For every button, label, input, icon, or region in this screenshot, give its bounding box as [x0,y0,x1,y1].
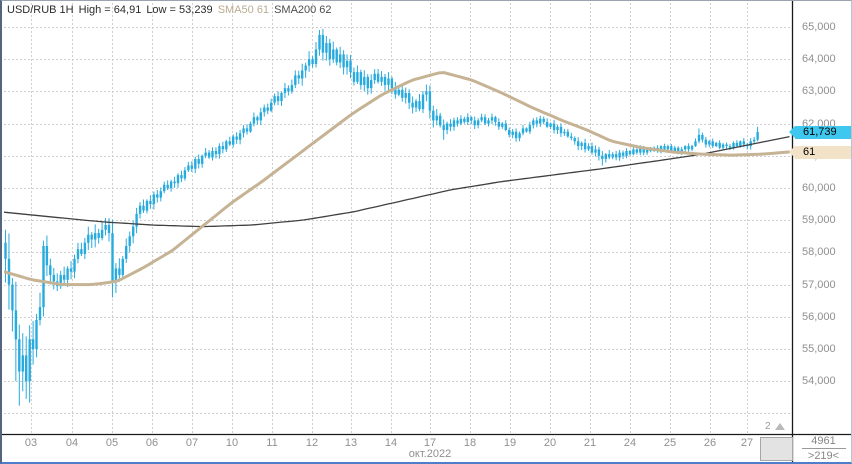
divider [802,448,846,449]
chart-legend: USD/RUB 1H High = 64,91 Low = 53,239 SMA50 … [7,4,337,16]
date-label: 24 [615,437,645,449]
info-corner: 4961 >219< [793,435,852,462]
date-label: 06 [137,437,167,449]
remaining-bars-marker: 2 [765,420,785,432]
candlestick-chart[interactable] [2,1,852,464]
last-price-tag: 61,739 [795,126,852,139]
price-axis-label: 57,000 [802,279,836,291]
date-label: 07 [177,437,207,449]
sma-price-tag: 61 [795,146,852,159]
price-axis-label: 56,000 [802,311,836,323]
date-label: 10 [217,437,247,449]
scrollbar-thumb[interactable] [760,437,793,461]
date-label: 17 [415,437,445,449]
date-label: 25 [655,437,685,449]
last-price-value: 61,739 [803,126,837,138]
tag-arrow-icon [789,146,795,158]
date-label: 12 [297,437,327,449]
price-axis-label: 60,000 [802,182,836,194]
date-label: 20 [535,437,565,449]
price-axis-label: 55,000 [802,343,836,355]
sma200-legend: SMA200 62 [274,4,331,16]
price-axis-label: 58,000 [802,246,836,258]
remaining-bars-count: 2 [765,421,771,432]
high-label: High = 64,91 [79,4,142,16]
gridlines [4,3,791,434]
symbol-timeframe-label: USD/RUB 1H [7,4,74,16]
sma50-legend: SMA50 61 [218,4,269,16]
info-bottom-value: >219< [808,450,839,462]
price-axis-label: 65,000 [802,21,836,33]
price-axis-label: 64,000 [802,53,836,65]
chart-window: USD/RUB 1H High = 64,91 Low = 53,239 SMA50 … [0,0,852,464]
date-label: 18 [455,437,485,449]
info-top-value: 4961 [811,435,835,447]
up-triangle-icon [775,423,785,430]
price-axis-label: 63,000 [802,85,836,97]
date-label: 05 [97,437,127,449]
date-label: 19 [495,437,525,449]
date-label: 14 [376,437,406,449]
price-axis-label: 59,000 [802,214,836,226]
tag-arrow-icon [789,126,795,138]
date-label: 04 [57,437,87,449]
date-label: 21 [575,437,605,449]
date-label: 27 [732,437,762,449]
date-label: 26 [695,437,725,449]
price-axis-label: 54,000 [802,375,836,387]
month-label: окт.2022 [395,448,465,460]
date-label: 11 [257,437,287,449]
sma-price-value: 61 [803,146,815,158]
low-label: Low = 53,239 [146,4,212,16]
date-label: 03 [16,437,46,449]
date-label: 13 [336,437,366,449]
